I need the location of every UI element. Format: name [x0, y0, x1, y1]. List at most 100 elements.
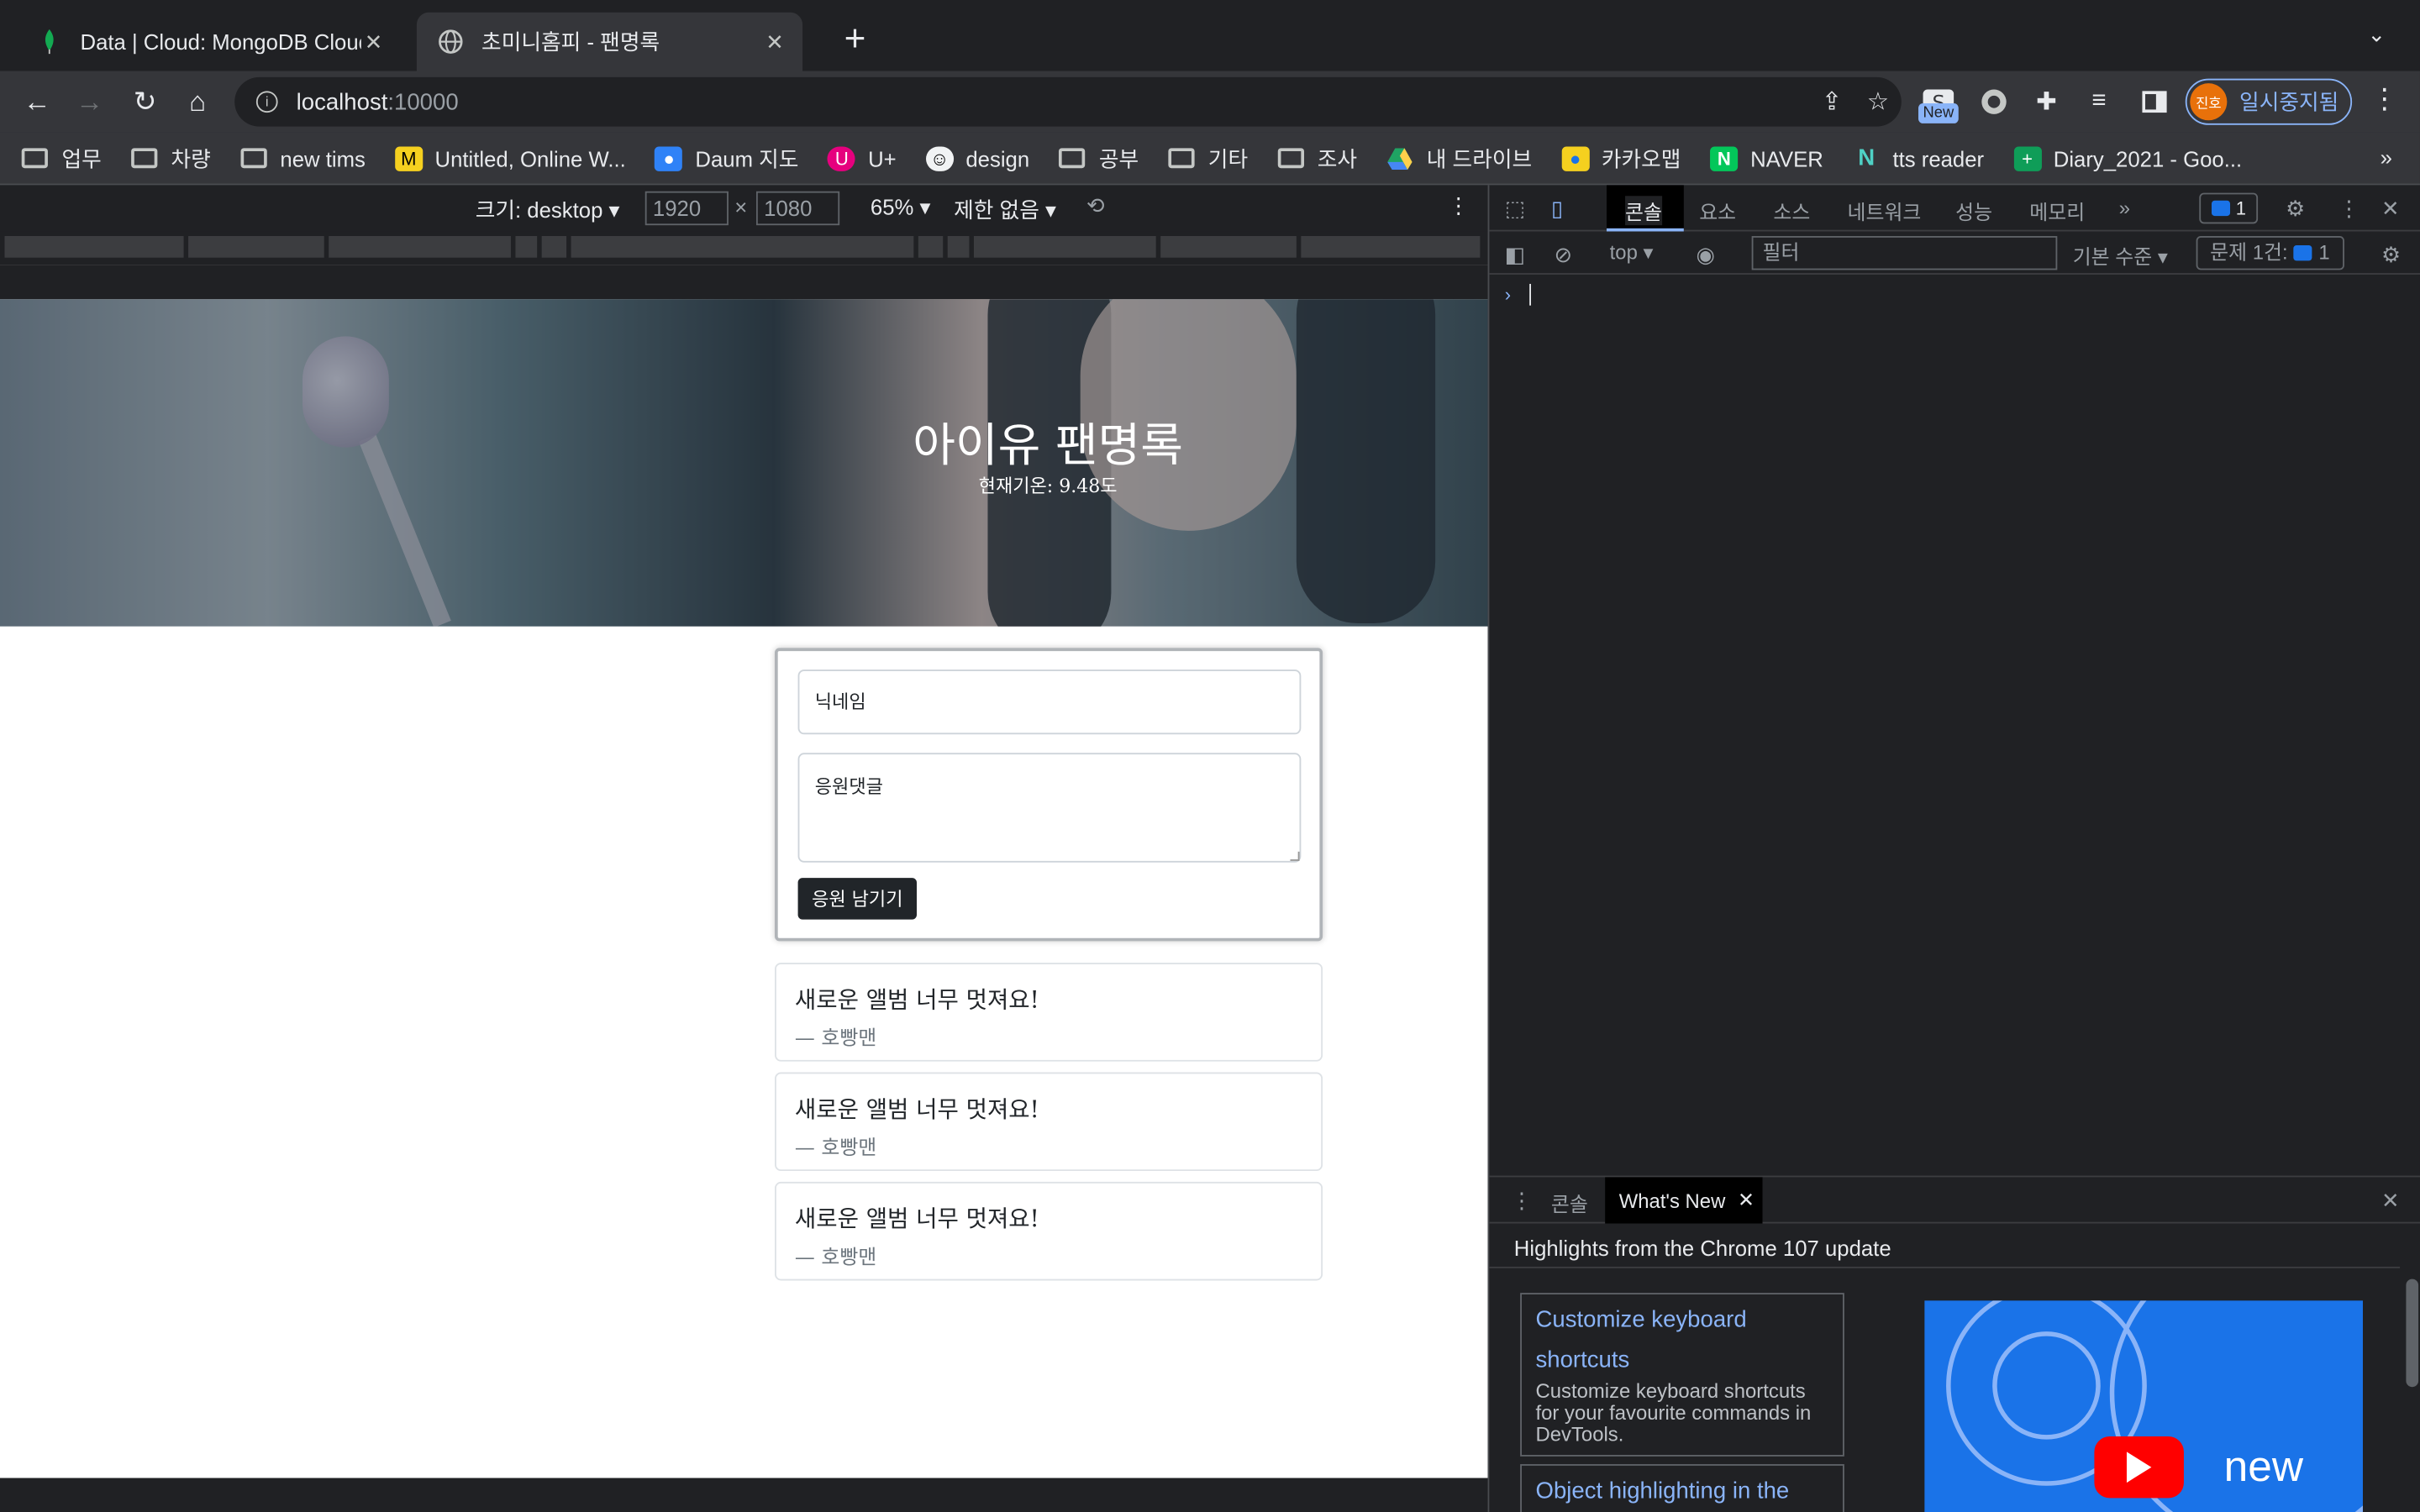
bookmark-folder[interactable]: 업무 — [21, 143, 102, 174]
viewport-height-input[interactable]: 1080 — [755, 191, 840, 226]
devtools-menu-icon[interactable]: ⋮ — [2338, 196, 2360, 222]
bookmark-folder[interactable]: 기타 — [1168, 143, 1248, 174]
context-dropdown[interactable]: top ▾ — [1610, 241, 1654, 265]
bookmark-item[interactable]: ● 카카오맵 — [1561, 143, 1681, 174]
drawer-menu-icon[interactable]: ⋮ — [1511, 1188, 1533, 1214]
ruler-segment[interactable] — [329, 236, 511, 258]
tab-performance[interactable]: 성능 — [1955, 196, 1992, 225]
ruler-segment[interactable] — [541, 236, 567, 258]
tab-search-chevron-icon[interactable]: ⌄ — [2367, 22, 2386, 48]
viewport-width-input[interactable]: 1920 — [644, 191, 729, 226]
bookmark-item[interactable]: ☺ design — [925, 145, 1029, 171]
browser-menu-icon[interactable]: ⋮ — [2370, 83, 2398, 116]
tab-close-icon[interactable]: ✕ — [762, 29, 786, 55]
bookmark-item[interactable]: N NAVER — [1710, 145, 1823, 171]
more-tabs-icon[interactable]: » — [2119, 196, 2130, 219]
ruler-segment[interactable] — [973, 236, 1156, 258]
extension-ring-icon[interactable] — [1972, 81, 2015, 123]
console-settings-icon[interactable]: ⚙ — [2381, 242, 2401, 268]
ruler-segment[interactable] — [571, 236, 914, 258]
close-tab-icon[interactable]: ✕ — [1738, 1188, 1754, 1212]
tab-console[interactable]: 콘솔 — [1625, 196, 1662, 226]
tab-guestbook[interactable]: 초미니홈피 - 팬명록 ✕ — [416, 12, 803, 71]
bookmark-item[interactable]: M Untitled, Online W... — [394, 145, 626, 171]
console-filter-input[interactable]: 필터 — [1751, 236, 2058, 270]
tab-elements[interactable]: 요소 — [1699, 196, 1736, 225]
new-tab-button[interactable]: + — [836, 21, 873, 59]
extensions-puzzle-icon[interactable]: ✚ — [2025, 81, 2068, 123]
close-drawer-icon[interactable]: ✕ — [2381, 1188, 2400, 1214]
console-input-caret[interactable] — [1529, 283, 1532, 306]
bookmark-folder[interactable]: 공부 — [1059, 143, 1139, 174]
device-toggle-icon[interactable]: ▯ — [1551, 196, 1563, 222]
bookmark-folder[interactable]: 조사 — [1277, 143, 1357, 174]
design-avatar-icon: ☺ — [925, 145, 954, 171]
tab-memory[interactable]: 메모리 — [2029, 196, 2085, 225]
side-panel-icon[interactable] — [2133, 81, 2175, 123]
tab-close-icon[interactable]: ✕ — [361, 29, 386, 55]
drawer-tab-whats-new[interactable]: What's New ✕ — [1605, 1177, 1763, 1224]
nickname-input[interactable]: 닉네임 — [797, 669, 1302, 735]
textarea-resize-handle[interactable] — [1290, 851, 1300, 861]
comment-message: 새로운 앨범 너무 멋져요! — [794, 1095, 1039, 1124]
ruler-segment[interactable] — [1301, 236, 1481, 258]
ruler-segment[interactable] — [515, 236, 538, 258]
drawer-scrollbar[interactable] — [2403, 1224, 2419, 1512]
device-more-icon[interactable]: ⋮ — [1448, 193, 1470, 219]
address-bar[interactable]: i localhost:10000 ⇪ ☆ — [234, 76, 1902, 127]
inspect-element-icon[interactable]: ⬚ — [1505, 196, 1525, 222]
reload-icon[interactable]: ↻ — [124, 81, 166, 123]
drawer-tab-console[interactable]: 콘솔 — [1551, 1188, 1588, 1217]
youtube-play-icon[interactable] — [2094, 1436, 2184, 1499]
log-level-dropdown[interactable]: 기본 수준 ▾ — [2073, 241, 2168, 270]
whats-new-card[interactable]: Customize keyboard shortcuts Customize k… — [1520, 1293, 1844, 1457]
profile-button[interactable]: 진호 일시중지됨 — [2185, 78, 2353, 125]
card-title[interactable]: Object highlighting in the — [1536, 1472, 1829, 1512]
tab-network[interactable]: 네트워크 — [1848, 196, 1922, 225]
clear-console-icon[interactable]: ⊘ — [1555, 242, 1573, 268]
bookmark-star-icon[interactable]: ☆ — [1867, 87, 1889, 118]
eye-icon[interactable]: ◉ — [1697, 242, 1715, 268]
close-devtools-icon[interactable]: ✕ — [2381, 196, 2400, 222]
tab-sources[interactable]: 소스 — [1773, 196, 1810, 225]
submit-comment-button[interactable]: 응원 남기기 — [797, 878, 917, 920]
bookmarks-overflow-icon[interactable]: » — [2381, 145, 2392, 170]
settings-gear-icon[interactable]: ⚙ — [2286, 196, 2305, 222]
zoom-dropdown[interactable]: 65% ▾ — [871, 194, 931, 220]
bookmark-item[interactable]: ● Daum 지도 — [655, 143, 798, 174]
device-size-dropdown[interactable]: 크기: desktop ▾ — [476, 194, 620, 225]
comment-textarea[interactable]: 응원댓글 — [797, 753, 1302, 863]
whats-new-video-thumbnail[interactable]: new — [1924, 1300, 2363, 1512]
bookmark-folder[interactable]: new tims — [239, 146, 366, 171]
bookmark-folder[interactable]: 차량 — [130, 143, 211, 174]
ruler-segment[interactable] — [188, 236, 324, 258]
reading-list-icon[interactable]: ≡ — [2077, 81, 2120, 123]
issues-counter-button[interactable]: 1 — [2199, 192, 2259, 224]
divider — [1489, 1266, 2401, 1268]
url-port: :10000 — [387, 88, 459, 115]
ruler-segment[interactable] — [918, 236, 944, 258]
bookmark-item[interactable]: + Diary_2021 - Goo... — [2013, 145, 2242, 171]
card-title[interactable]: Customize keyboard shortcuts — [1536, 1300, 1829, 1381]
bookmark-item[interactable]: U U+ — [828, 145, 897, 171]
home-icon[interactable]: ⌂ — [176, 81, 218, 123]
whats-new-card[interactable]: Object highlighting in the — [1520, 1464, 1844, 1512]
bookmark-item[interactable]: 내 드라이브 — [1386, 143, 1532, 174]
scrollbar-thumb[interactable] — [2406, 1278, 2419, 1388]
tab-mongodb[interactable]: Data | Cloud: MongoDB Cloud ✕ — [15, 13, 401, 71]
ruler-segment[interactable] — [4, 236, 184, 258]
throttle-dropdown[interactable]: 제한 없음 ▾ — [954, 194, 1056, 225]
tts-reader-icon: N — [1858, 144, 1876, 171]
info-icon[interactable]: i — [255, 91, 278, 113]
mongodb-leaf-icon — [37, 29, 61, 55]
ruler-segment[interactable] — [947, 236, 970, 258]
ruler-segment[interactable] — [1160, 236, 1297, 258]
forward-arrow-icon[interactable]: → — [68, 81, 111, 123]
issues-button[interactable]: 문제 1건: 1 — [2196, 236, 2344, 270]
rotate-icon[interactable]: ⟲ — [1086, 193, 1105, 219]
back-arrow-icon[interactable]: ← — [15, 81, 58, 123]
bookmark-item[interactable]: Ntts reader — [1853, 144, 1984, 171]
share-icon[interactable]: ⇪ — [1822, 87, 1843, 118]
message-bubble-icon — [2293, 245, 2313, 261]
sidebar-toggle-icon[interactable]: ◧ — [1505, 242, 1525, 268]
